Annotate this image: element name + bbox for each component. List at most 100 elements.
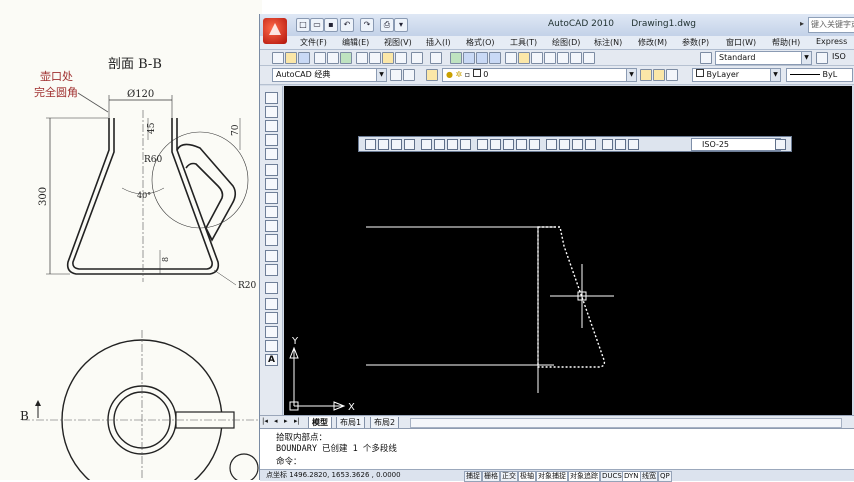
radius-dim-icon[interactable] xyxy=(421,139,432,150)
menu-insert[interactable]: 插入(I) xyxy=(426,37,451,48)
tab-nav-next-icon[interactable]: ▸ xyxy=(284,417,288,425)
markup-icon[interactable] xyxy=(557,52,569,64)
angular-dim-icon[interactable] xyxy=(460,139,471,150)
zoom-realtime-icon[interactable] xyxy=(463,52,475,64)
qa-print-icon[interactable]: ⎙ xyxy=(380,18,394,32)
menu-window[interactable]: 窗口(W) xyxy=(726,37,756,48)
qa-dropdown-icon[interactable]: ▾ xyxy=(394,18,408,32)
menu-modify[interactable]: 修改(M) xyxy=(638,37,667,48)
layer-combo[interactable]: ● ✲ ▫ 0 ▼ xyxy=(442,68,637,82)
pan-icon[interactable] xyxy=(450,52,462,64)
jogged-linear-icon[interactable] xyxy=(585,139,596,150)
continue-dim-icon[interactable] xyxy=(503,139,514,150)
help-icon[interactable] xyxy=(583,52,595,64)
polar-toggle[interactable]: 极轴 xyxy=(518,471,536,482)
ordinate-dim-icon[interactable] xyxy=(404,139,415,150)
text-style-combo[interactable]: Standard ▼ xyxy=(715,51,812,65)
quick-properties-toggle[interactable]: QP xyxy=(658,471,672,482)
layer-previous-icon[interactable] xyxy=(653,69,665,81)
ellipse-arc-icon[interactable] xyxy=(265,234,278,246)
table-icon[interactable] xyxy=(265,340,278,352)
snap-toggle[interactable]: 捕捉 xyxy=(464,471,482,482)
polygon-icon[interactable] xyxy=(265,134,278,146)
menu-tools[interactable]: 工具(T) xyxy=(510,37,537,48)
layer-state-icon[interactable] xyxy=(666,69,678,81)
paste-icon[interactable] xyxy=(382,52,394,64)
menu-view[interactable]: 视图(V) xyxy=(384,37,412,48)
search-arrow-icon[interactable]: ▸ xyxy=(800,19,804,28)
ellipse-icon[interactable] xyxy=(265,220,278,232)
linetype-combo[interactable]: ByL xyxy=(786,68,853,82)
menu-draw[interactable]: 绘图(D) xyxy=(552,37,580,48)
tolerance-icon[interactable] xyxy=(546,139,557,150)
command-prompt[interactable]: 命令： xyxy=(276,455,302,467)
horizontal-scrollbar[interactable] xyxy=(410,418,842,428)
open-icon[interactable] xyxy=(285,52,297,64)
lineweight-toggle[interactable]: 线宽 xyxy=(640,471,658,482)
publish-icon[interactable] xyxy=(340,52,352,64)
rectangle-icon[interactable] xyxy=(265,148,278,160)
menu-help[interactable]: 帮助(H) xyxy=(772,37,800,48)
menu-dimension[interactable]: 标注(N) xyxy=(594,37,622,48)
insert-block-icon[interactable] xyxy=(265,250,278,262)
zoom-window-icon[interactable] xyxy=(476,52,488,64)
calculator-icon[interactable] xyxy=(570,52,582,64)
menu-format[interactable]: 格式(O) xyxy=(466,37,495,48)
hatch-icon[interactable] xyxy=(265,298,278,310)
gradient-icon[interactable] xyxy=(265,312,278,324)
cut-icon[interactable] xyxy=(356,52,368,64)
dim-update-icon[interactable] xyxy=(628,139,639,150)
ducs-toggle[interactable]: DUCS xyxy=(600,471,624,482)
tab-nav-first-icon[interactable]: |◂ xyxy=(262,417,268,425)
qa-redo-icon[interactable]: ↷ xyxy=(360,18,374,32)
dim-style-combo[interactable]: ISO-25 xyxy=(691,138,781,151)
qa-new-icon[interactable]: □ xyxy=(296,18,310,32)
redo-icon[interactable] xyxy=(430,52,442,64)
plot-preview-icon[interactable] xyxy=(327,52,339,64)
revision-cloud-icon[interactable] xyxy=(265,192,278,204)
osnap-toggle[interactable]: 对象捕捉 xyxy=(536,471,568,482)
undo-icon[interactable] xyxy=(411,52,423,64)
polyline-icon[interactable] xyxy=(265,120,278,132)
chevron-down-icon[interactable]: ▼ xyxy=(376,69,386,81)
zoom-previous-icon[interactable] xyxy=(489,52,501,64)
copy-icon[interactable] xyxy=(369,52,381,64)
tab-nav-prev-icon[interactable]: ◂ xyxy=(274,417,278,425)
make-block-icon[interactable] xyxy=(265,264,278,276)
circle-icon[interactable] xyxy=(265,178,278,190)
menu-parametric[interactable]: 参数(P) xyxy=(682,37,709,48)
workspace-save-icon[interactable] xyxy=(403,69,415,81)
dim-edit-icon[interactable] xyxy=(602,139,613,150)
dyn-toggle[interactable]: DYN xyxy=(622,471,641,482)
match-properties-icon[interactable] xyxy=(395,52,407,64)
make-current-layer-icon[interactable] xyxy=(640,69,652,81)
arc-length-icon[interactable] xyxy=(391,139,402,150)
quick-dim-icon[interactable] xyxy=(477,139,488,150)
tool-palettes-icon[interactable] xyxy=(531,52,543,64)
dimension-style-manager-icon[interactable] xyxy=(775,139,786,150)
plot-icon[interactable] xyxy=(314,52,326,64)
ortho-toggle[interactable]: 正交 xyxy=(500,471,518,482)
chevron-down-icon[interactable]: ▼ xyxy=(626,69,636,81)
arc-icon[interactable] xyxy=(265,164,278,176)
properties-icon[interactable] xyxy=(505,52,517,64)
multiline-text-icon[interactable]: A xyxy=(265,354,278,366)
menu-edit[interactable]: 编辑(E) xyxy=(342,37,369,48)
aligned-dim-icon[interactable] xyxy=(378,139,389,150)
workspace-settings-icon[interactable] xyxy=(390,69,402,81)
jogged-dim-icon[interactable] xyxy=(434,139,445,150)
diameter-dim-icon[interactable] xyxy=(447,139,458,150)
grid-toggle[interactable]: 栅格 xyxy=(482,471,500,482)
workspace-combo[interactable]: AutoCAD 经典 ▼ xyxy=(272,68,387,82)
dim-space-icon[interactable] xyxy=(516,139,527,150)
new-icon[interactable] xyxy=(272,52,284,64)
chevron-down-icon[interactable]: ▼ xyxy=(801,52,811,64)
inspection-icon[interactable] xyxy=(572,139,583,150)
menu-express[interactable]: Express xyxy=(816,37,847,46)
construction-line-icon[interactable] xyxy=(265,106,278,118)
menu-file[interactable]: 文件(F) xyxy=(300,37,327,48)
color-combo[interactable]: ByLayer ▼ xyxy=(692,68,781,82)
tab-nav-last-icon[interactable]: ▸| xyxy=(294,417,300,425)
save-icon[interactable] xyxy=(298,52,310,64)
application-menu-button[interactable] xyxy=(263,18,287,44)
